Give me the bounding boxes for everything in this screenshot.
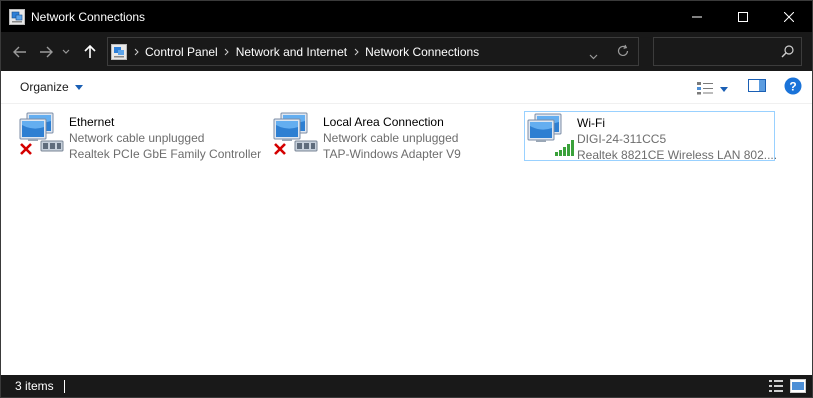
- connection-device: Realtek 8821CE Wireless LAN 802....: [577, 148, 778, 162]
- recent-locations-button[interactable]: [59, 38, 73, 66]
- connection-status: Network cable unplugged: [323, 131, 459, 145]
- details-view-icon: [769, 380, 783, 392]
- breadcrumb-network-and-internet[interactable]: Network and Internet: [236, 45, 347, 59]
- tiles-view-icon: [790, 379, 806, 393]
- connection-name: Wi-Fi: [577, 116, 605, 130]
- dropdown-arrow-icon: [74, 84, 83, 90]
- control-panel-icon: [111, 43, 127, 60]
- arrow-right-icon: [40, 46, 53, 57]
- help-icon: ?: [784, 77, 802, 94]
- connection-device: TAP-Windows Adapter V9: [323, 147, 461, 161]
- details-view-button[interactable]: [768, 379, 784, 398]
- ethernet-adapter-icon: [17, 111, 69, 159]
- connection-status: Network cable unplugged: [69, 131, 205, 145]
- address-bar[interactable]: Control Panel Network and Internet Netwo…: [107, 37, 639, 66]
- unplugged-x-icon: [20, 143, 32, 155]
- status-divider: [63, 379, 65, 393]
- maximize-button[interactable]: [720, 1, 766, 32]
- minimize-button[interactable]: [674, 1, 720, 32]
- chevron-down-icon: [62, 49, 70, 54]
- status-bar: 3 items: [1, 375, 812, 397]
- refresh-button[interactable]: [616, 44, 630, 63]
- search-icon: [781, 45, 794, 58]
- window-title: Network Connections: [31, 9, 146, 24]
- item-count: 3 items: [15, 379, 54, 393]
- preview-pane-icon: [748, 79, 766, 92]
- up-button[interactable]: [77, 38, 103, 66]
- forward-button[interactable]: [33, 38, 59, 66]
- title-bar[interactable]: Network Connections: [1, 1, 812, 32]
- connection-item-local-area-connection[interactable]: Local Area Connection Network cable unpl…: [271, 111, 516, 161]
- close-button[interactable]: [766, 1, 812, 32]
- refresh-icon: [617, 44, 629, 57]
- breadcrumb-separator[interactable]: [218, 48, 236, 56]
- minimize-icon: [692, 16, 702, 17]
- breadcrumb-control-panel[interactable]: Control Panel: [145, 45, 218, 59]
- connection-device: Realtek PCIe GbE Family Controller: [69, 147, 262, 161]
- unplugged-x-icon: [274, 143, 286, 155]
- explorer-window: Network Connections Control Panel Networ…: [0, 0, 813, 398]
- network-connections-app-icon: [9, 8, 25, 25]
- breadcrumb-separator[interactable]: [127, 48, 145, 56]
- connection-item-wifi[interactable]: Wi-Fi DIGI-24-311CC5 Realtek 8821CE Wire…: [524, 111, 778, 162]
- ethernet-adapter-icon: [271, 111, 323, 159]
- dropdown-arrow-icon: [720, 87, 728, 92]
- search-input[interactable]: [658, 42, 776, 61]
- maximize-icon: [738, 11, 748, 22]
- search-box[interactable]: [653, 37, 802, 66]
- connection-name: Ethernet: [69, 115, 115, 129]
- connection-name: Local Area Connection: [323, 115, 444, 129]
- breadcrumb-network-connections[interactable]: Network Connections: [365, 45, 479, 59]
- connection-item-ethernet[interactable]: Ethernet Network cable unplugged Realtek…: [17, 111, 262, 161]
- svg-text:?: ?: [789, 79, 796, 93]
- search-button[interactable]: [781, 45, 794, 63]
- close-icon: [784, 11, 794, 22]
- navigation-bar: Control Panel Network and Internet Netwo…: [1, 32, 812, 71]
- help-button[interactable]: ?: [784, 77, 802, 100]
- view-details-icon: [697, 82, 713, 95]
- change-view-button[interactable]: [696, 81, 714, 95]
- arrow-up-icon: [84, 44, 96, 58]
- chevron-down-icon: [589, 54, 598, 60]
- chevron-right-icon: [354, 48, 359, 55]
- address-history-button[interactable]: [589, 47, 598, 65]
- arrow-left-icon: [13, 46, 26, 57]
- back-button[interactable]: [7, 38, 33, 66]
- organize-button[interactable]: Organize: [20, 80, 83, 94]
- view-options-dropdown[interactable]: [720, 79, 728, 97]
- breadcrumb-separator[interactable]: [347, 48, 365, 56]
- wifi-adapter-icon: [525, 112, 577, 160]
- organize-label: Organize: [20, 80, 69, 94]
- wifi-signal-bars-icon: [555, 140, 574, 156]
- connection-status: DIGI-24-311CC5: [577, 132, 667, 146]
- command-bar: Organize ?: [1, 71, 812, 104]
- preview-pane-button[interactable]: [748, 79, 766, 97]
- chevron-right-icon: [134, 48, 139, 55]
- chevron-right-icon: [224, 48, 229, 55]
- tiles-view-button[interactable]: [790, 379, 806, 398]
- connections-list[interactable]: Ethernet Network cable unplugged Realtek…: [1, 105, 812, 375]
